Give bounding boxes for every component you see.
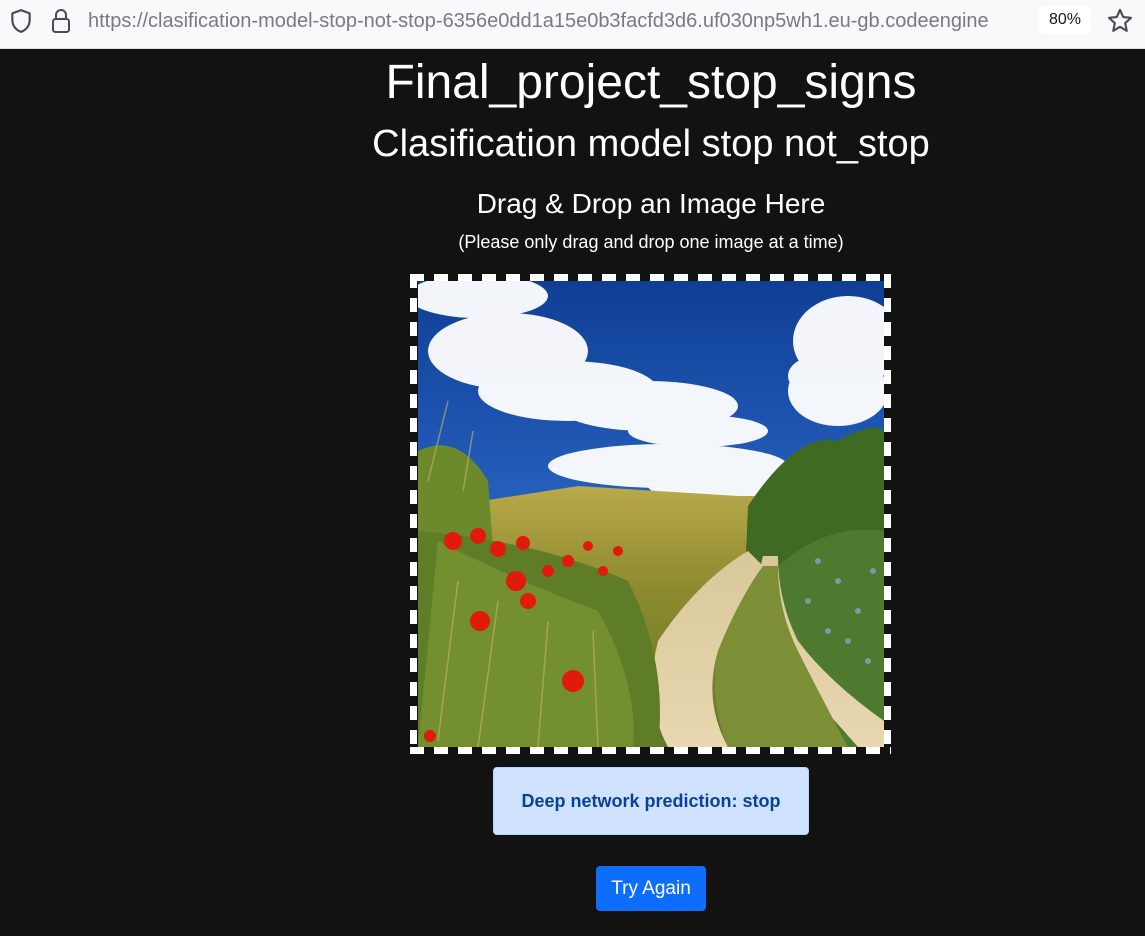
prediction-alert: Deep network prediction: stop bbox=[493, 767, 809, 835]
page-content: Final_project_stop_signs Clasification m… bbox=[0, 49, 1145, 936]
browser-url-bar: https://clasification-model-stop-not-sto… bbox=[0, 0, 1145, 49]
url-field[interactable]: https://clasification-model-stop-not-sto… bbox=[88, 8, 1033, 34]
lock-icon[interactable] bbox=[50, 8, 72, 34]
zoom-level-badge[interactable]: 80% bbox=[1039, 6, 1091, 34]
try-again-button[interactable]: Try Again bbox=[596, 866, 706, 911]
uploaded-image-preview bbox=[418, 281, 884, 747]
url-fade-overlay bbox=[985, 4, 1035, 40]
page-subtitle: Clasification model stop not_stop bbox=[372, 123, 930, 165]
dropzone-note: (Please only drag and drop one image at … bbox=[458, 232, 844, 252]
image-drop-zone[interactable] bbox=[410, 274, 891, 754]
dropzone-heading: Drag & Drop an Image Here bbox=[476, 188, 826, 219]
star-icon[interactable] bbox=[1106, 7, 1134, 35]
shield-icon[interactable] bbox=[8, 8, 34, 34]
page-title: Final_project_stop_signs bbox=[385, 56, 917, 109]
